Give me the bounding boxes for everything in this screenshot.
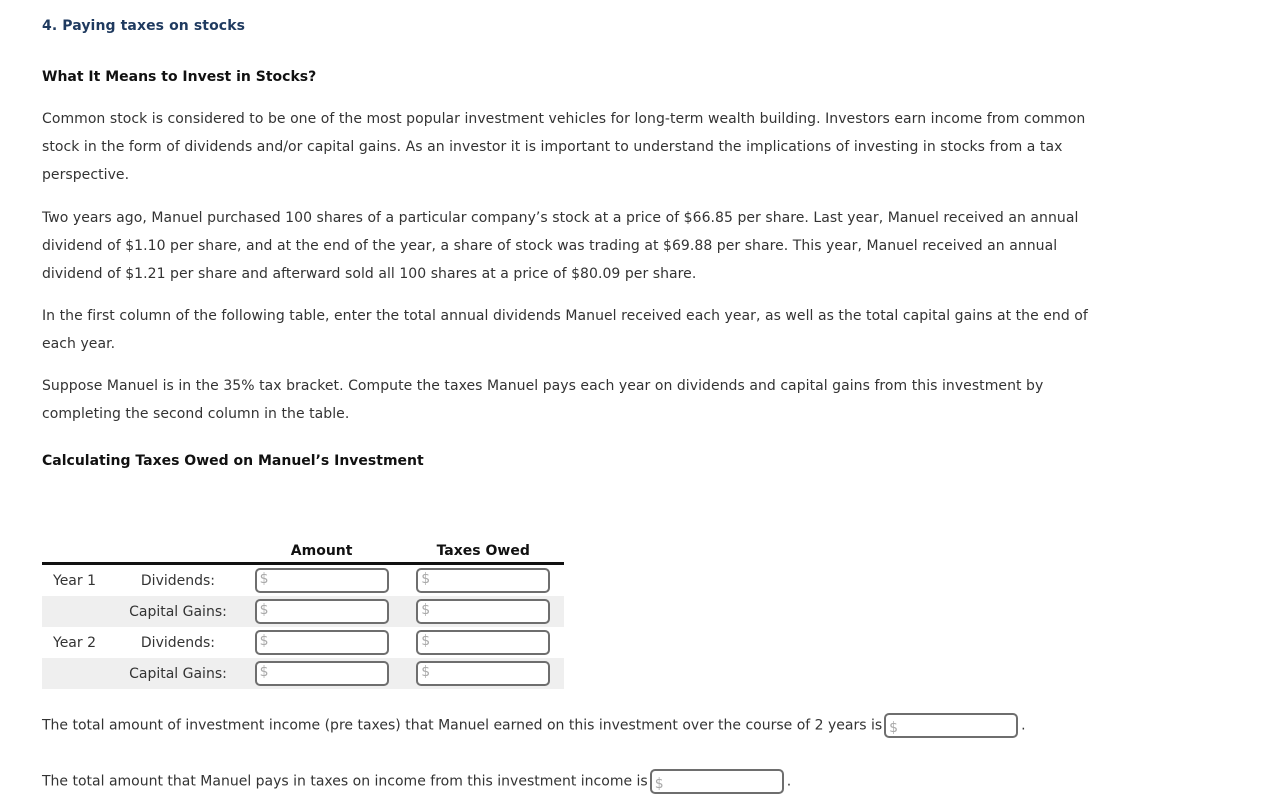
year2-dividends-taxes-input[interactable]: $ <box>416 630 551 655</box>
table-row: Year 1 Dividends: $ $ <box>42 564 564 597</box>
row-label: Dividends: <box>140 634 216 651</box>
dollar-sign: $ <box>259 664 269 680</box>
dollar-sign: $ <box>421 602 431 618</box>
dollar-sign: $ <box>421 571 431 587</box>
row-label: Capital Gains: <box>119 658 241 689</box>
total-taxes-text: The total amount that Manuel pays in tax… <box>42 773 648 790</box>
header-type <box>119 535 241 564</box>
dollar-sign: $ <box>421 633 431 649</box>
row-label: Capital Gains: <box>119 596 241 627</box>
year-label: Year 2 <box>53 634 96 651</box>
total-taxes-input[interactable]: $ <box>649 769 784 794</box>
year2-dividends-taxes-field[interactable] <box>432 632 547 653</box>
scenario-paragraph: Two years ago, Manuel purchased 100 shar… <box>42 210 1079 282</box>
dollar-sign: $ <box>259 633 269 649</box>
total-income-input[interactable]: $ <box>884 713 1019 738</box>
total-income-field[interactable] <box>900 715 1015 736</box>
period: . <box>1021 717 1026 734</box>
total-taxes-field[interactable] <box>665 771 780 792</box>
dollar-sign: $ <box>259 571 269 587</box>
table-row: Capital Gains: $ $ <box>42 658 564 689</box>
year2-dividends-amount-field[interactable] <box>270 632 385 653</box>
total-income-text: The total amount of investment income (p… <box>42 717 883 734</box>
total-taxes-question: The total amount that Manuel pays in tax… <box>42 769 791 795</box>
header-taxes-owed: Taxes Owed <box>436 543 530 559</box>
year-label: Year 1 <box>53 572 96 589</box>
year1-capital-gains-amount-field[interactable] <box>270 601 385 622</box>
year-label <box>42 658 120 689</box>
table-heading: Calculating Taxes Owed on Manuel’s Inves… <box>42 453 424 469</box>
header-amount: Amount <box>290 543 353 559</box>
dollar-sign: $ <box>259 602 269 618</box>
year2-capital-gains-taxes-field[interactable] <box>432 663 547 684</box>
instruction-paragraph-2: Suppose Manuel is in the 35% tax bracket… <box>42 378 1044 422</box>
header-year <box>42 535 119 564</box>
table-row: Capital Gains: $ $ <box>42 596 564 627</box>
year1-dividends-taxes-field[interactable] <box>432 570 547 591</box>
year1-capital-gains-taxes-field[interactable] <box>432 601 547 622</box>
dollar-sign: $ <box>654 776 664 792</box>
dollar-sign: $ <box>889 720 899 736</box>
instruction-paragraph-1: In the first column of the following tab… <box>42 308 1088 352</box>
year2-capital-gains-amount-field[interactable] <box>270 663 385 684</box>
total-income-question: The total amount of investment income (p… <box>42 713 1026 739</box>
intro-paragraph: Common stock is considered to be one of … <box>42 111 1086 183</box>
year2-capital-gains-amount-input[interactable]: $ <box>254 661 389 686</box>
taxes-table: Amount Taxes Owed Year 1 Dividends: $ $ <box>42 535 564 689</box>
year-label <box>42 596 120 627</box>
table-header-row: Amount Taxes Owed <box>42 535 564 564</box>
dollar-sign: $ <box>421 664 431 680</box>
year1-capital-gains-taxes-input[interactable]: $ <box>416 599 551 624</box>
year1-capital-gains-amount-input[interactable]: $ <box>254 599 389 624</box>
section-heading: What It Means to Invest in Stocks? <box>42 69 317 85</box>
year1-dividends-amount-field[interactable] <box>270 570 385 591</box>
year2-dividends-amount-input[interactable]: $ <box>254 630 389 655</box>
year1-dividends-taxes-input[interactable]: $ <box>416 568 551 593</box>
period: . <box>786 773 792 790</box>
row-label: Dividends: <box>140 572 216 589</box>
question-title: 4. Paying taxes on stocks <box>42 18 246 34</box>
year1-dividends-amount-input[interactable]: $ <box>254 568 389 593</box>
year2-capital-gains-taxes-input[interactable]: $ <box>416 661 551 686</box>
table-row: Year 2 Dividends: $ $ <box>42 627 564 658</box>
